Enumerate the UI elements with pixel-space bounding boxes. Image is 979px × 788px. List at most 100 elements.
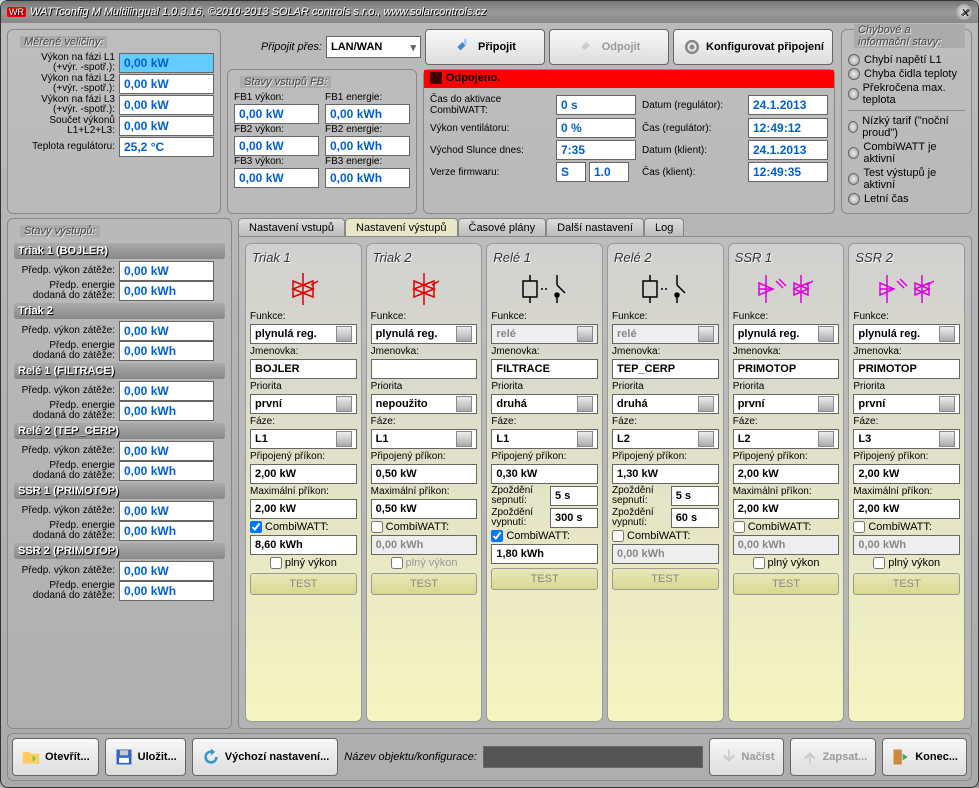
download-icon: [718, 747, 738, 767]
measured-label: Teplota regulátoru:: [14, 142, 119, 152]
led-icon: [848, 147, 859, 159]
combiwatt-value[interactable]: 0,00 kWh: [612, 544, 719, 564]
combiwatt-checkbox[interactable]: [371, 521, 383, 533]
object-name-input[interactable]: [483, 746, 703, 768]
delay-on-input[interactable]: 5 s: [671, 486, 719, 506]
measured-value: 0,00 kW: [119, 53, 214, 73]
write-button[interactable]: Zapsat...: [790, 738, 877, 776]
function-combo[interactable]: plynulá reg.: [733, 324, 840, 344]
triac-icon: [278, 271, 328, 307]
tab-1[interactable]: Nastavení výstupů: [345, 218, 458, 237]
function-combo[interactable]: relé: [491, 324, 598, 344]
tab-0[interactable]: Nastavení vstupů: [238, 218, 345, 237]
delay-off-input[interactable]: 60 s: [671, 508, 719, 528]
combiwatt-value[interactable]: 8,60 kWh: [250, 535, 357, 555]
test-button[interactable]: TEST: [250, 573, 357, 595]
error-item: Překročena max. teplota: [848, 82, 965, 106]
combiwatt-value[interactable]: 0,00 kWh: [733, 535, 840, 555]
measured-label: Výkon na fázi L1 (+výr. -spotř.):: [14, 53, 119, 73]
output-power: 0,00 kW: [119, 441, 214, 461]
priority-combo[interactable]: druhá: [491, 394, 598, 414]
label-input[interactable]: PRIMOTOP: [733, 359, 840, 379]
relay-icon: [635, 271, 695, 307]
function-combo[interactable]: plynulá reg.: [371, 324, 478, 344]
delay-on-input[interactable]: 5 s: [550, 486, 598, 506]
phase-combo[interactable]: L2: [612, 429, 719, 449]
priority-combo[interactable]: první: [853, 394, 960, 414]
max-power-input[interactable]: 2,00 kW: [733, 499, 840, 519]
measured-group: Měřené veličiny: Výkon na fázi L1 (+výr.…: [7, 29, 221, 214]
label-input[interactable]: FILTRACE: [491, 359, 598, 379]
fb-energy: 0,00 kWh: [325, 136, 410, 156]
full-power-checkbox[interactable]: [391, 557, 403, 569]
tab-3[interactable]: Další nastavení: [546, 218, 644, 237]
status-value: 24.1.2013: [748, 140, 828, 160]
connected-power-input[interactable]: 0,50 kW: [371, 464, 478, 484]
errors-title: Chybové a informační stavy:: [854, 24, 965, 48]
tab-4[interactable]: Log: [644, 218, 684, 237]
priority-combo[interactable]: první: [250, 394, 357, 414]
combiwatt-checkbox[interactable]: [853, 521, 865, 533]
priority-combo[interactable]: první: [733, 394, 840, 414]
function-combo[interactable]: plynulá reg.: [250, 324, 357, 344]
combiwatt-checkbox[interactable]: [250, 521, 262, 533]
phase-combo[interactable]: L3: [853, 429, 960, 449]
combiwatt-checkbox[interactable]: [491, 530, 503, 542]
led-icon: [848, 54, 860, 66]
label-input[interactable]: BOJLER: [250, 359, 357, 379]
test-button[interactable]: TEST: [853, 573, 960, 595]
label-input[interactable]: [371, 359, 478, 379]
combiwatt-checkbox[interactable]: [733, 521, 745, 533]
max-power-input[interactable]: 2,00 kW: [853, 499, 960, 519]
function-combo[interactable]: relé: [612, 324, 719, 344]
save-button[interactable]: Uložit...: [105, 738, 186, 776]
ssr-icon: [872, 271, 942, 307]
output-states-title: Stavy výstupů:: [20, 225, 100, 237]
connected-power-input[interactable]: 2,00 kW: [250, 464, 357, 484]
output-power: 0,00 kW: [119, 501, 214, 521]
tab-2[interactable]: Časové plány: [458, 218, 547, 237]
output-name: SSR 1: [733, 248, 840, 267]
exit-button[interactable]: Konec...: [882, 738, 967, 776]
priority-combo[interactable]: druhá: [612, 394, 719, 414]
test-button[interactable]: TEST: [491, 568, 598, 590]
config-connection-button[interactable]: Konfigurovat připojení: [673, 29, 833, 65]
output-state-header: SSR 2 (PRIMOTOP): [14, 543, 225, 559]
open-button[interactable]: Otevřít...: [12, 738, 99, 776]
disconnect-button[interactable]: Odpojit: [549, 29, 669, 65]
combiwatt-value[interactable]: 0,00 kWh: [371, 535, 478, 555]
led-icon: [848, 121, 858, 133]
phase-combo[interactable]: L2: [733, 429, 840, 449]
test-button[interactable]: TEST: [612, 568, 719, 590]
default-settings-button[interactable]: Výchozí nastavení...: [192, 738, 339, 776]
max-power-input[interactable]: 0,50 kW: [371, 499, 478, 519]
label-input[interactable]: PRIMOTOP: [853, 359, 960, 379]
connected-power-input[interactable]: 1,30 kW: [612, 464, 719, 484]
connected-power-input[interactable]: 2,00 kW: [853, 464, 960, 484]
connected-power-input[interactable]: 0,30 kW: [491, 464, 598, 484]
delay-off-input[interactable]: 300 s: [550, 508, 598, 528]
combiwatt-value[interactable]: 1,80 kWh: [491, 544, 598, 564]
test-button[interactable]: TEST: [371, 573, 478, 595]
read-button[interactable]: Načíst: [709, 738, 784, 776]
phase-combo[interactable]: L1: [371, 429, 478, 449]
phase-combo[interactable]: L1: [250, 429, 357, 449]
max-power-input[interactable]: 2,00 kW: [250, 499, 357, 519]
connected-power-input[interactable]: 2,00 kW: [733, 464, 840, 484]
connect-via-combo[interactable]: LAN/WAN: [326, 36, 421, 58]
fb-energy: 0,00 kWh: [325, 104, 410, 124]
combiwatt-value[interactable]: 0,00 kWh: [853, 535, 960, 555]
label-input[interactable]: TEP_CERP: [612, 359, 719, 379]
function-combo[interactable]: plynulá reg.: [853, 324, 960, 344]
full-power-checkbox[interactable]: [873, 557, 885, 569]
connect-button[interactable]: Připojit: [425, 29, 545, 65]
error-item: CombiWATT je aktivní: [848, 141, 965, 165]
test-button[interactable]: TEST: [733, 573, 840, 595]
close-icon[interactable]: ✕: [956, 4, 972, 20]
full-power-checkbox[interactable]: [753, 557, 765, 569]
measured-label: Součet výkonů L1+L2+L3:: [14, 116, 119, 136]
full-power-checkbox[interactable]: [270, 557, 282, 569]
phase-combo[interactable]: L1: [491, 429, 598, 449]
combiwatt-checkbox[interactable]: [612, 530, 624, 542]
priority-combo[interactable]: nepoužito: [371, 394, 478, 414]
